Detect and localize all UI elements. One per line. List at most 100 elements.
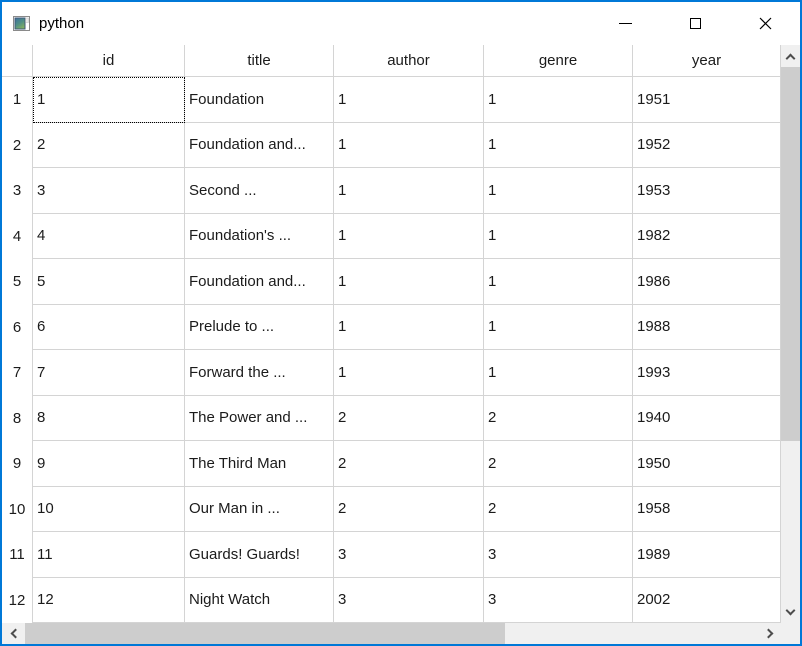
- cell-genre[interactable]: 2: [484, 396, 633, 442]
- row-header[interactable]: 4: [2, 214, 33, 260]
- table-row: 12 12 Night Watch 3 3 2002: [2, 578, 781, 624]
- cell-title[interactable]: Foundation and...: [185, 123, 334, 169]
- scrollbar-corner: [781, 623, 800, 644]
- row-header[interactable]: 10: [2, 487, 33, 533]
- cell-title[interactable]: The Third Man: [185, 441, 334, 487]
- vertical-scrollbar[interactable]: [781, 45, 800, 623]
- cell-year[interactable]: 1982: [633, 214, 781, 260]
- vertical-scrollbar-track[interactable]: [781, 441, 800, 601]
- cell-author[interactable]: 3: [334, 532, 484, 578]
- scroll-left-button[interactable]: [2, 623, 25, 644]
- cell-id[interactable]: 4: [33, 214, 185, 260]
- cell-author[interactable]: 3: [334, 578, 484, 624]
- cell-year[interactable]: 1940: [633, 396, 781, 442]
- cell-id[interactable]: 5: [33, 259, 185, 305]
- cell-genre[interactable]: 2: [484, 441, 633, 487]
- cell-id[interactable]: 12: [33, 578, 185, 624]
- cell-author[interactable]: 1: [334, 123, 484, 169]
- horizontal-scrollbar-track[interactable]: [505, 623, 758, 644]
- column-header-genre[interactable]: genre: [484, 45, 633, 76]
- cell-genre[interactable]: 3: [484, 532, 633, 578]
- cell-author[interactable]: 2: [334, 487, 484, 533]
- cell-title[interactable]: Foundation and...: [185, 259, 334, 305]
- cell-title[interactable]: Our Man in ...: [185, 487, 334, 533]
- cell-author[interactable]: 2: [334, 441, 484, 487]
- cell-genre[interactable]: 1: [484, 168, 633, 214]
- row-header[interactable]: 8: [2, 396, 33, 442]
- cell-author[interactable]: 1: [334, 259, 484, 305]
- cell-id[interactable]: 7: [33, 350, 185, 396]
- cell-id[interactable]: 11: [33, 532, 185, 578]
- row-header[interactable]: 5: [2, 259, 33, 305]
- minimize-button[interactable]: [590, 2, 660, 45]
- cell-year[interactable]: 1989: [633, 532, 781, 578]
- cell-author[interactable]: 1: [334, 305, 484, 351]
- row-header[interactable]: 2: [2, 123, 33, 169]
- cell-year[interactable]: 1988: [633, 305, 781, 351]
- cell-genre[interactable]: 1: [484, 350, 633, 396]
- cell-title[interactable]: Forward the ...: [185, 350, 334, 396]
- corner-header[interactable]: [2, 45, 33, 76]
- cell-id[interactable]: 6: [33, 305, 185, 351]
- row-header[interactable]: 9: [2, 441, 33, 487]
- cell-id[interactable]: 10: [33, 487, 185, 533]
- column-header-year[interactable]: year: [633, 45, 781, 76]
- cell-title[interactable]: Night Watch: [185, 578, 334, 624]
- column-header-author[interactable]: author: [334, 45, 484, 76]
- scroll-down-button[interactable]: [781, 601, 800, 623]
- cell-genre[interactable]: 1: [484, 214, 633, 260]
- cell-title[interactable]: Foundation: [185, 77, 334, 123]
- cell-genre[interactable]: 2: [484, 487, 633, 533]
- row-header[interactable]: 12: [2, 578, 33, 624]
- vertical-scrollbar-thumb[interactable]: [781, 67, 800, 441]
- maximize-button[interactable]: [660, 2, 730, 45]
- cell-author[interactable]: 1: [334, 77, 484, 123]
- cell-genre[interactable]: 1: [484, 123, 633, 169]
- cell-author[interactable]: 1: [334, 168, 484, 214]
- chevron-left-icon: [10, 629, 20, 639]
- cell-year[interactable]: 1950: [633, 441, 781, 487]
- cell-title[interactable]: The Power and ...: [185, 396, 334, 442]
- cell-title[interactable]: Prelude to ...: [185, 305, 334, 351]
- cell-author[interactable]: 2: [334, 396, 484, 442]
- title-bar[interactable]: python: [2, 2, 800, 45]
- cell-year[interactable]: 2002: [633, 578, 781, 624]
- scroll-right-button[interactable]: [758, 623, 781, 644]
- cell-title[interactable]: Second ...: [185, 168, 334, 214]
- cell-genre[interactable]: 1: [484, 305, 633, 351]
- cell-id[interactable]: 1: [33, 77, 185, 123]
- cell-id[interactable]: 8: [33, 396, 185, 442]
- cell-id[interactable]: 3: [33, 168, 185, 214]
- cell-year[interactable]: 1986: [633, 259, 781, 305]
- cell-year[interactable]: 1952: [633, 123, 781, 169]
- row-header[interactable]: 6: [2, 305, 33, 351]
- cell-year[interactable]: 1993: [633, 350, 781, 396]
- row-header[interactable]: 7: [2, 350, 33, 396]
- row-header[interactable]: 3: [2, 168, 33, 214]
- column-header-id[interactable]: id: [33, 45, 185, 76]
- row-header[interactable]: 11: [2, 532, 33, 578]
- cell-title[interactable]: Guards! Guards!: [185, 532, 334, 578]
- cell-genre[interactable]: 3: [484, 578, 633, 624]
- cell-year[interactable]: 1958: [633, 487, 781, 533]
- horizontal-scrollbar[interactable]: [2, 623, 781, 644]
- cell-year[interactable]: 1953: [633, 168, 781, 214]
- row-header[interactable]: 1: [2, 77, 33, 123]
- table-header-row: id title author genre year: [2, 45, 781, 77]
- cell-genre[interactable]: 1: [484, 259, 633, 305]
- close-button[interactable]: [730, 2, 800, 45]
- cell-year[interactable]: 1951: [633, 77, 781, 123]
- column-header-title[interactable]: title: [185, 45, 334, 76]
- cell-author[interactable]: 1: [334, 214, 484, 260]
- table-row: 1 1 Foundation 1 1 1951: [2, 77, 781, 123]
- cell-id[interactable]: 9: [33, 441, 185, 487]
- horizontal-scrollbar-thumb[interactable]: [25, 623, 505, 644]
- cell-title[interactable]: Foundation's ...: [185, 214, 334, 260]
- scroll-up-button[interactable]: [781, 45, 800, 67]
- table-row: 5 5 Foundation and... 1 1 1986: [2, 259, 781, 305]
- app-window: python id title author: [0, 0, 802, 646]
- cell-genre[interactable]: 1: [484, 77, 633, 123]
- cell-author[interactable]: 1: [334, 350, 484, 396]
- table-body: 1 1 Foundation 1 1 1951 2 2 Foundation a…: [2, 77, 781, 623]
- cell-id[interactable]: 2: [33, 123, 185, 169]
